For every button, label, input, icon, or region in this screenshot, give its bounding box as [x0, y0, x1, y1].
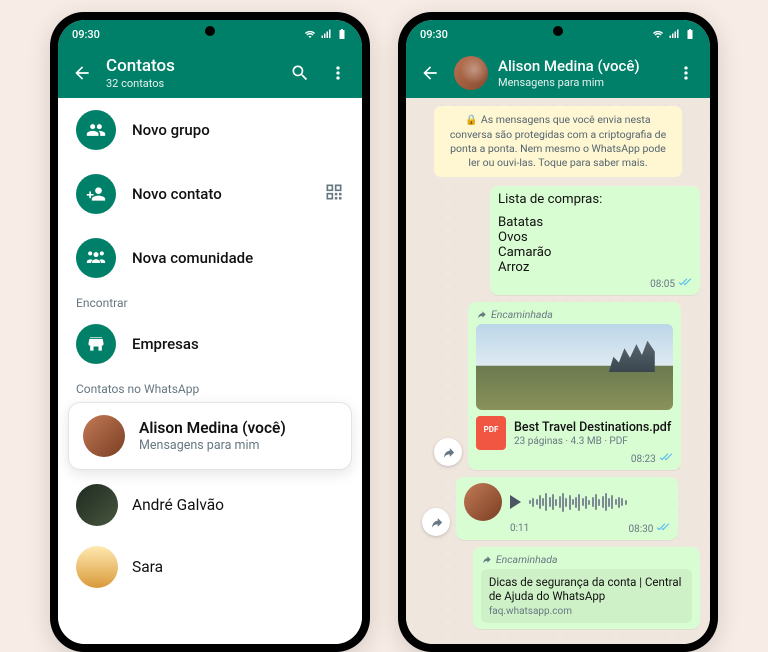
phone-contacts: 09:30 Contatos 32 contatos	[50, 12, 370, 652]
message-attachment[interactable]: Encaminhada Best Travel Destinations.pdf…	[468, 302, 681, 470]
msg-line: Lista de compras:	[498, 192, 692, 207]
message-voice[interactable]: 0:11 08:30	[456, 477, 678, 540]
new-community-label: Nova comunidade	[132, 249, 253, 267]
msg-line: Camarão	[498, 245, 692, 260]
attachment-meta: 23 páginas · 4.3 MB · PDF	[514, 436, 671, 447]
encryption-text: As mensagens que você envia nesta conver…	[450, 113, 666, 169]
new-contact-row[interactable]: Novo contato	[58, 162, 362, 226]
attachment-thumbnail[interactable]	[476, 324, 673, 410]
wifi-icon	[304, 28, 316, 40]
appbar-title: Contatos	[106, 56, 276, 76]
community-icon	[76, 238, 116, 278]
avatar	[76, 546, 118, 588]
contact-sub: Mensagens para mim	[139, 438, 286, 453]
more-button[interactable]	[324, 59, 352, 87]
chat-subtitle: Mensagens para mim	[498, 76, 662, 89]
read-ticks-icon	[678, 278, 692, 291]
status-icons	[304, 28, 348, 40]
add-contact-icon	[76, 174, 116, 214]
qr-icon[interactable]	[324, 182, 344, 206]
phone-chat: 09:30 Alison Medina (você) Mensagens par…	[398, 12, 718, 652]
new-group-label: Novo grupo	[132, 121, 210, 139]
encryption-notice[interactable]: 🔒As mensagens que você envia nesta conve…	[434, 106, 682, 177]
section-contacts: Contatos no WhatsApp	[58, 376, 362, 398]
forwarded-label: Encaminhada	[481, 553, 692, 566]
back-button[interactable]	[68, 59, 96, 87]
read-ticks-icon	[656, 523, 670, 536]
message-link[interactable]: Encaminhada Dicas de segurança da conta …	[473, 547, 700, 629]
battery-icon	[336, 28, 348, 40]
status-icons	[652, 28, 696, 40]
new-community-row[interactable]: Nova comunidade	[58, 226, 362, 290]
link-preview[interactable]: Dicas de segurança da conta | Central de…	[481, 569, 692, 623]
contact-self[interactable]: Alison Medina (você) Mensagens para mim	[68, 402, 352, 470]
chat-title[interactable]: Alison Medina (você)	[498, 57, 662, 75]
forward-button[interactable]	[434, 438, 462, 466]
msg-line: Arroz	[498, 260, 692, 275]
contact-name: Sara	[132, 558, 163, 576]
business-icon	[76, 324, 116, 364]
attachment-name: Best Travel Destinations.pdf	[514, 420, 671, 435]
msg-time: 08:30	[628, 524, 653, 535]
chat-avatar[interactable]	[454, 56, 488, 90]
status-time: 09:30	[420, 28, 448, 41]
contact-name: Alison Medina (você)	[139, 419, 286, 437]
link-title: Dicas de segurança da conta | Central de…	[489, 575, 684, 604]
section-find: Encontrar	[58, 290, 362, 312]
appbar-chat: Alison Medina (você) Mensagens para mim	[406, 48, 710, 98]
msg-time: 08:05	[650, 279, 675, 290]
read-ticks-icon	[659, 453, 673, 466]
camera-notch	[553, 26, 563, 36]
contact-sara[interactable]: Sara	[58, 536, 362, 598]
avatar	[76, 484, 118, 526]
play-button[interactable]	[510, 495, 521, 509]
back-button[interactable]	[416, 59, 444, 87]
forwarded-label: Encaminhada	[476, 308, 673, 321]
msg-line: Ovos	[498, 230, 692, 245]
contact-name: André Galvão	[132, 496, 224, 514]
waveform[interactable]	[529, 491, 702, 513]
lock-icon: 🔒	[465, 115, 477, 126]
chat-body[interactable]: 🔒As mensagens que você envia nesta conve…	[406, 98, 710, 644]
status-time: 09:30	[72, 28, 100, 41]
link-host: faq.whatsapp.com	[489, 606, 684, 617]
new-group-row[interactable]: Novo grupo	[58, 98, 362, 162]
group-icon	[76, 110, 116, 150]
avatar	[83, 415, 125, 457]
new-contact-label: Novo contato	[132, 185, 222, 203]
voice-avatar	[464, 483, 502, 521]
wifi-icon	[652, 28, 664, 40]
contact-andre[interactable]: André Galvão	[58, 474, 362, 536]
voice-duration: 0:11	[510, 523, 529, 536]
search-button[interactable]	[286, 59, 314, 87]
pdf-icon	[476, 416, 506, 450]
appbar-subtitle: 32 contatos	[106, 77, 276, 90]
forward-button[interactable]	[422, 508, 450, 536]
camera-notch	[205, 26, 215, 36]
appbar-contacts: Contatos 32 contatos	[58, 48, 362, 98]
battery-icon	[684, 28, 696, 40]
signal-icon	[320, 28, 332, 40]
message-shopping-list[interactable]: Lista de compras: Batatas Ovos Camarão A…	[490, 186, 700, 295]
msg-line: Batatas	[498, 215, 692, 230]
businesses-label: Empresas	[132, 335, 199, 353]
msg-time: 08:23	[631, 454, 656, 465]
contacts-list[interactable]: Novo grupo Novo contato Nova comunidade …	[58, 98, 362, 644]
more-button[interactable]	[672, 59, 700, 87]
signal-icon	[668, 28, 680, 40]
businesses-row[interactable]: Empresas	[58, 312, 362, 376]
